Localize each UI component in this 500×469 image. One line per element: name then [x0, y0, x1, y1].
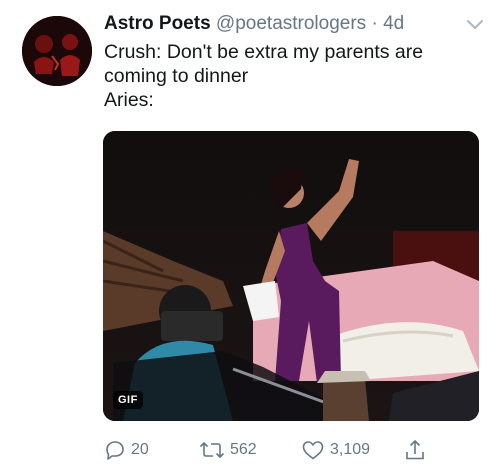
tweet-header: Astro Poets @poetastrologers · 4d [104, 13, 404, 35]
timestamp[interactable]: 4d [383, 13, 404, 34]
share-button[interactable] [404, 437, 426, 463]
tweet-text-line: Aries: [104, 89, 154, 111]
chevron-down-icon[interactable] [466, 18, 484, 30]
retweet-icon [199, 439, 225, 461]
avatar[interactable] [22, 16, 92, 86]
tweet-text-line: coming to dinner [104, 65, 249, 87]
retweet-count: 562 [230, 441, 257, 458]
tweet[interactable]: Astro Poets @poetastrologers · 4d Crush:… [0, 0, 500, 469]
reply-icon [104, 439, 126, 461]
tweet-text-line: Crush: Don't be extra my parents are [104, 41, 424, 63]
user-handle[interactable]: @poetastrologers [216, 13, 366, 34]
tweet-text: Crush: Don't be extra my parents are com… [104, 40, 474, 112]
retweet-button[interactable]: 562 [199, 437, 257, 463]
gif-media[interactable]: GIF [103, 131, 479, 421]
reply-count: 20 [131, 441, 149, 458]
separator-dot: · [371, 13, 378, 34]
share-icon [404, 438, 426, 462]
like-count: 3,109 [330, 441, 371, 458]
gif-badge: GIF [113, 391, 143, 409]
like-button[interactable]: 3,109 [301, 437, 370, 463]
tweet-actions: 20 562 3,109 [104, 437, 484, 463]
reply-button[interactable]: 20 [104, 437, 149, 463]
heart-icon [301, 439, 325, 461]
display-name[interactable]: Astro Poets [104, 13, 211, 34]
